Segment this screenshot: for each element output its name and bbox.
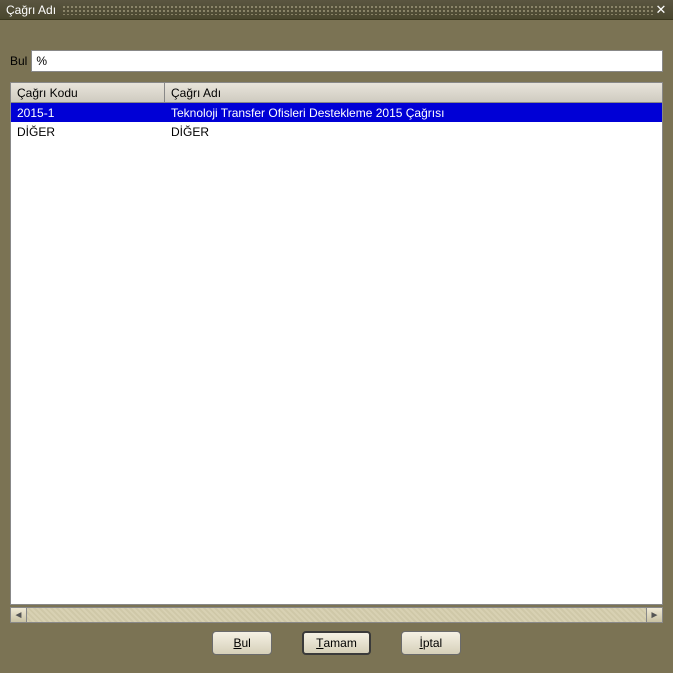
close-button[interactable]: ✕: [653, 2, 669, 18]
find-button-hotkey: B: [233, 636, 241, 650]
cell-adi: DİĞER: [165, 124, 662, 140]
ok-button-hotkey: T: [316, 636, 323, 650]
column-header-adi[interactable]: Çağrı Adı: [165, 83, 662, 102]
horizontal-scrollbar[interactable]: ◄ ►: [10, 607, 663, 623]
scroll-right-arrow-icon[interactable]: ►: [646, 608, 662, 622]
cell-kodu: DİĞER: [11, 124, 165, 140]
table-row[interactable]: DİĞERDİĞER: [11, 122, 662, 141]
results-table: Çağrı Kodu Çağrı Adı 2015-1Teknoloji Tra…: [10, 82, 663, 605]
cancel-button[interactable]: İptal: [401, 631, 461, 655]
scroll-left-arrow-icon[interactable]: ◄: [11, 608, 27, 622]
find-button-rest: ul: [241, 636, 250, 650]
column-header-kodu[interactable]: Çağrı Kodu: [11, 83, 165, 102]
table-body: 2015-1Teknoloji Transfer Ofisleri Destek…: [11, 103, 662, 604]
table-row[interactable]: 2015-1Teknoloji Transfer Ofisleri Destek…: [11, 103, 662, 122]
search-label: Bul: [10, 54, 27, 68]
ok-button-rest: amam: [324, 636, 357, 650]
titlebar-grip: [62, 5, 653, 15]
scroll-track[interactable]: [27, 608, 646, 622]
search-row: Bul: [10, 50, 663, 72]
dialog-window: Çağrı Adı ✕ Bul Çağrı Kodu Çağrı Adı 201…: [0, 0, 673, 673]
close-icon: ✕: [656, 3, 667, 16]
table-header: Çağrı Kodu Çağrı Adı: [11, 83, 662, 103]
cell-adi: Teknoloji Transfer Ofisleri Destekleme 2…: [165, 105, 662, 121]
find-button[interactable]: Bul: [212, 631, 272, 655]
window-title: Çağrı Adı: [6, 3, 56, 17]
cancel-button-rest: ptal: [423, 636, 442, 650]
titlebar: Çağrı Adı ✕: [0, 0, 673, 20]
ok-button[interactable]: Tamam: [302, 631, 371, 655]
search-input[interactable]: [31, 50, 663, 72]
content-area: Bul Çağrı Kodu Çağrı Adı 2015-1Teknoloji…: [0, 20, 673, 673]
cell-kodu: 2015-1: [11, 105, 165, 121]
button-row: Bul Tamam İptal: [10, 623, 663, 663]
